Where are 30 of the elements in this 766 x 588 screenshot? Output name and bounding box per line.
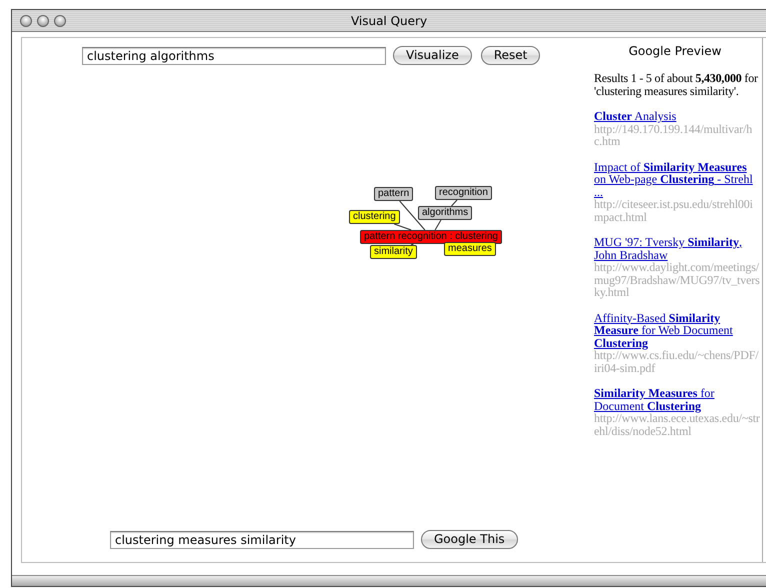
result-link[interactable]: Impact of Similarity Measures on Web-page Clustering - Strehl ... xyxy=(594,160,760,198)
close-icon[interactable] xyxy=(20,14,32,26)
result-url: http://www.daylight.com/meetings/mug97/Bradshaw/MUG97/tv_tversky.html xyxy=(594,261,760,298)
graph-node[interactable]: similarity xyxy=(370,245,417,259)
minimize-icon[interactable] xyxy=(37,14,49,26)
graph-node[interactable]: pattern recognition : clustering xyxy=(360,230,502,244)
result-link[interactable]: Affinity-Based Similarity Measure for Web Document Clustering xyxy=(594,312,760,349)
connector-line xyxy=(434,220,442,230)
query-field[interactable]: clustering algorithms xyxy=(82,46,386,64)
result-url: http://www.cs.fiu.edu/~chens/PDF/iri04-sim.pdf xyxy=(594,349,760,374)
preview-title: Google Preview xyxy=(628,44,722,58)
window-title: Visual Query xyxy=(350,14,428,28)
reset-button[interactable]: Reset xyxy=(480,46,540,65)
result-link[interactable]: Cluster Analysis xyxy=(594,110,760,122)
google-this-button[interactable]: Google This xyxy=(421,530,518,549)
result-url: http://www.lans.ece.utexas.edu/~strehl/diss/node52.html xyxy=(594,412,760,437)
graph-node[interactable]: measures xyxy=(444,242,496,256)
visualize-button[interactable]: Visualize xyxy=(393,46,472,65)
result-url: http://citeseer.ist.psu.edu/strehl00impact.html xyxy=(594,198,754,223)
results-summary: Results 1 - 5 of about 5,430,000 for 'clustering measures similarity'. xyxy=(594,72,759,97)
graph-node[interactable]: recognition xyxy=(435,186,492,200)
graph-node[interactable]: algorithms xyxy=(418,206,472,220)
search-field[interactable]: clustering measures similarity xyxy=(110,530,414,548)
result-url: http://149.170.199.144/multivar/hc.htm xyxy=(594,122,754,148)
result-link[interactable]: MUG '97: Tversky Similarity, John Bradshaw xyxy=(594,236,760,261)
result-link[interactable]: Similarity Measures for Document Clustering xyxy=(594,387,760,412)
graph-node[interactable]: clustering xyxy=(349,210,400,224)
zoom-icon[interactable] xyxy=(54,14,66,26)
graph-node[interactable]: pattern xyxy=(374,187,414,201)
connector-line xyxy=(451,200,458,206)
